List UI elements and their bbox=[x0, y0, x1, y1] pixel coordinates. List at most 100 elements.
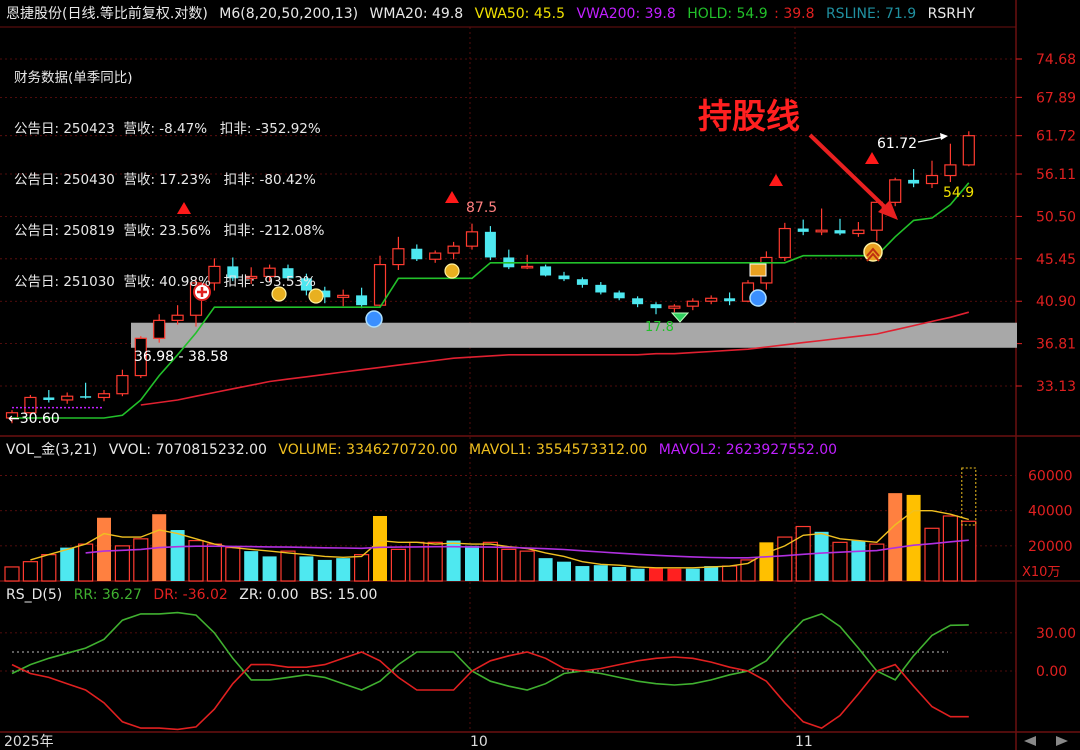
volume-bar bbox=[4, 566, 20, 582]
vvol-value: VVOL: 7070815232.00 bbox=[108, 442, 267, 458]
rr-value: RR: 36.27 bbox=[73, 587, 142, 603]
volume-bar bbox=[77, 543, 94, 582]
price-tick-label: 40.90 bbox=[1036, 294, 1076, 310]
candle-body bbox=[540, 266, 552, 276]
volume-bar-projected bbox=[961, 467, 977, 526]
scroll-right-arrow bbox=[1056, 736, 1068, 746]
candle-body bbox=[686, 300, 699, 307]
dr-line bbox=[11, 651, 969, 731]
candle-body bbox=[595, 284, 607, 293]
support-band-rect bbox=[131, 322, 1017, 348]
rsline-value: RSLINE: 71.9 bbox=[825, 6, 917, 22]
bs-value: BS: 15.00 bbox=[309, 587, 378, 603]
volume-bars bbox=[4, 467, 977, 582]
main-header: 恩捷股份(日线.等比前复权.对数) M6(8,20,50,200,13) WMA… bbox=[6, 3, 982, 25]
candle-body bbox=[61, 395, 74, 401]
volume-bar bbox=[538, 558, 553, 581]
rs-tick-label: 30.00 bbox=[1036, 626, 1076, 642]
mavol2-value: MAVOL2: 2623927552.00 bbox=[658, 442, 838, 458]
volume-bar bbox=[851, 540, 866, 581]
volume-header: VOL_金(3,21) VVOL: 7070815232.00 VOLUME: … bbox=[6, 439, 844, 461]
volume-bar bbox=[685, 568, 700, 581]
rs-header: RS_D(5) RR: 36.27 DR: -36.02 ZR: 0.00 BS… bbox=[6, 584, 384, 606]
volume-bar bbox=[575, 566, 590, 581]
volume-bar bbox=[593, 565, 608, 581]
label-band: 36.98 - 38.58 bbox=[134, 349, 228, 365]
volume-bar bbox=[170, 530, 185, 581]
volume-bar bbox=[906, 494, 921, 581]
volume-bar bbox=[482, 541, 498, 582]
volume-bar bbox=[942, 515, 959, 582]
support-band bbox=[131, 322, 1017, 348]
vwa50-value: VWA50: 45.5 bbox=[474, 6, 566, 22]
volume-bar bbox=[225, 547, 241, 582]
volume-bar bbox=[704, 566, 719, 581]
candle-body bbox=[724, 298, 736, 302]
candle-body bbox=[925, 174, 939, 185]
hold-value-b: : 39.8 bbox=[774, 6, 815, 22]
candle-body bbox=[429, 252, 442, 260]
candle-body bbox=[944, 164, 957, 177]
candle-body bbox=[797, 228, 809, 232]
financial-title: 财务数据(单季同比) bbox=[14, 70, 133, 86]
candle-body bbox=[815, 229, 828, 233]
financial-row: 公告日: 251030 营收: 40.98% 扣非: -93.53% bbox=[14, 274, 316, 290]
volume-bar bbox=[759, 542, 774, 581]
price-tick-label: 50.50 bbox=[1036, 209, 1076, 225]
vol-unit: X10万 bbox=[1022, 565, 1060, 580]
price-tick-label: 74.68 bbox=[1036, 52, 1076, 68]
volume-bar bbox=[354, 554, 370, 582]
volume-bar bbox=[721, 565, 738, 582]
volume-bar bbox=[336, 558, 351, 581]
candle-body bbox=[962, 135, 975, 166]
volume-bar bbox=[206, 543, 222, 582]
date-tick-label: 11 bbox=[795, 734, 813, 750]
candle-body bbox=[411, 248, 423, 260]
volume-bar bbox=[97, 517, 111, 581]
financial-data-panel: 财务数据(单季同比) 公告日: 250423 营收: -8.47% 扣非: -3… bbox=[14, 36, 324, 308]
money-bag-icon bbox=[444, 263, 460, 279]
vol-tick-label: 40000 bbox=[1028, 504, 1073, 520]
volume-bar bbox=[22, 561, 38, 582]
volume-bar bbox=[961, 520, 977, 582]
blue-orb-icon bbox=[365, 310, 383, 328]
rs-tick-label: 0.00 bbox=[1036, 664, 1067, 680]
candle-body bbox=[43, 397, 55, 400]
ma-params: M6(8,20,50,200,13) bbox=[219, 6, 359, 22]
vol-tick-label: 60000 bbox=[1028, 469, 1073, 485]
gem-icon bbox=[670, 312, 690, 323]
candle-body bbox=[521, 265, 534, 269]
volume-bar bbox=[465, 545, 479, 581]
stock-title: 恩捷股份(日线.等比前复权.对数) bbox=[6, 6, 208, 22]
volume-bar bbox=[60, 547, 75, 581]
volume-bar bbox=[832, 541, 848, 582]
scroll-left-arrow bbox=[1024, 736, 1036, 746]
candle-body bbox=[908, 179, 920, 184]
candle-body bbox=[668, 305, 681, 309]
label-last: 61.72 bbox=[877, 136, 917, 152]
volume-bar bbox=[280, 550, 296, 582]
rs-name: RS_D(5) bbox=[6, 587, 63, 603]
hold-value: HOLD: 54.9 bbox=[687, 6, 768, 22]
price-tick-label: 36.81 bbox=[1036, 337, 1076, 353]
price-tick-label: 61.72 bbox=[1036, 129, 1076, 145]
volume-bar bbox=[409, 541, 425, 582]
volume-bar bbox=[519, 550, 535, 582]
volume-bar bbox=[427, 541, 443, 582]
sell-signal-triangle bbox=[769, 174, 783, 186]
last-price-pointer bbox=[917, 136, 945, 143]
last-price-pointer-head bbox=[940, 133, 948, 140]
volume-bar bbox=[557, 561, 571, 581]
candle-body bbox=[889, 179, 902, 203]
volume-bar bbox=[317, 559, 332, 581]
volume-bar bbox=[612, 566, 627, 581]
price-tick-label: 33.13 bbox=[1036, 379, 1076, 395]
label-low: 17.8 bbox=[645, 320, 674, 335]
volume-bar bbox=[299, 556, 314, 581]
vol-name: VOL_金(3,21) bbox=[6, 442, 98, 458]
financial-row: 公告日: 250819 营收: 23.56% 扣非: -212.08% bbox=[14, 223, 325, 239]
candle-body bbox=[465, 231, 479, 247]
candle-body bbox=[778, 227, 791, 259]
candle-body bbox=[834, 230, 846, 234]
candle-body bbox=[632, 298, 644, 305]
